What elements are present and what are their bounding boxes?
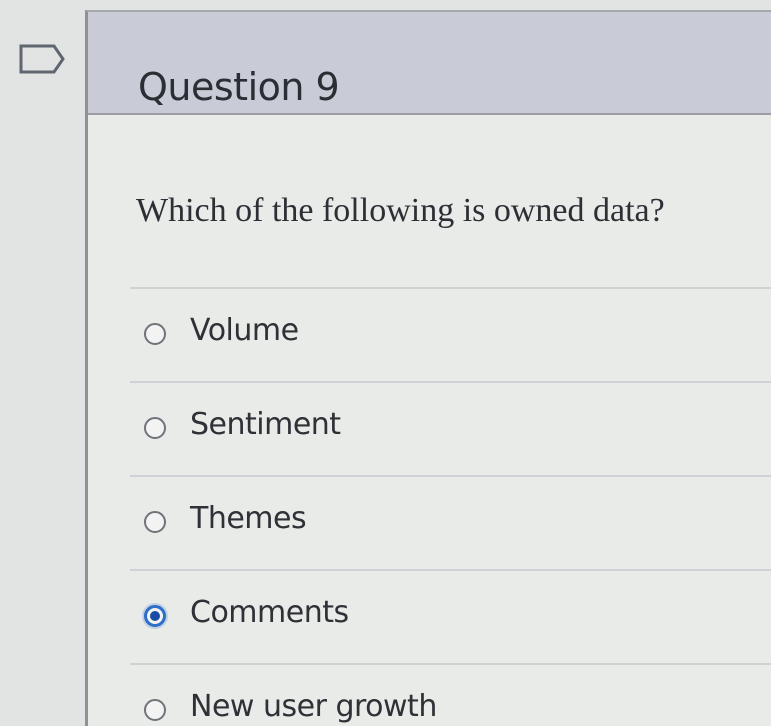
question-card: Question 9 Which of the following is own…	[85, 10, 771, 726]
answer-option[interactable]: Volume	[130, 287, 771, 381]
answer-label[interactable]: Volume	[190, 313, 299, 348]
answer-option[interactable]: Sentiment	[130, 381, 771, 475]
radio-button[interactable]	[144, 699, 166, 721]
answer-label[interactable]: Sentiment	[190, 407, 341, 442]
question-text: Which of the following is owned data?	[136, 192, 665, 229]
radio-button[interactable]	[144, 323, 166, 345]
question-header: Question 9	[88, 12, 771, 115]
question-title: Question 9	[138, 65, 340, 110]
answer-option[interactable]: Themes	[130, 475, 771, 569]
radio-button[interactable]	[144, 605, 166, 627]
answer-label[interactable]: New user growth	[190, 689, 437, 724]
flag-question-icon[interactable]	[16, 40, 68, 78]
radio-button[interactable]	[144, 417, 166, 439]
radio-button[interactable]	[144, 511, 166, 533]
answer-label[interactable]: Comments	[190, 595, 349, 630]
answer-option[interactable]: New user growth	[130, 663, 771, 726]
question-body: Which of the following is owned data? Vo…	[88, 115, 771, 726]
quiz-page: Question 9 Which of the following is own…	[0, 0, 771, 726]
answer-list: Volume Sentiment Themes Comments New use…	[130, 287, 771, 726]
answer-option[interactable]: Comments	[130, 569, 771, 663]
answer-label[interactable]: Themes	[190, 501, 307, 536]
